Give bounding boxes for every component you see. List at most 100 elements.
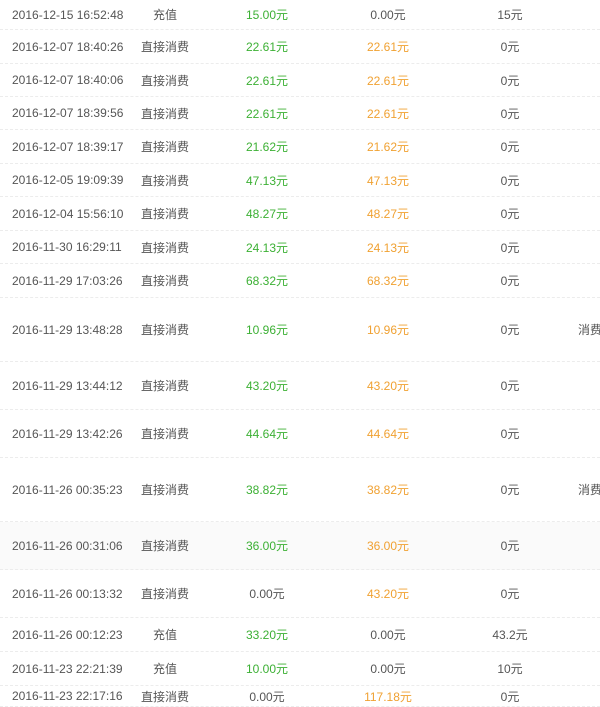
balance-cell: 0元 (500, 173, 520, 188)
type-cell: 充值 (152, 628, 177, 642)
time-cell: 2016-11-26 00:12:23 (12, 627, 123, 642)
type-cell: 直接消费 (140, 40, 189, 54)
paid-cell: 24.13元 (366, 240, 410, 255)
paid-cell: 21.62元 (366, 140, 410, 154)
amount-cell: 48.27元 (245, 207, 289, 221)
balance-cell: 0元 (500, 379, 520, 393)
amount-cell: 22.61元 (245, 73, 289, 88)
amount-cell: 68.32元 (245, 274, 289, 288)
paid-cell: 43.20元 (366, 379, 410, 393)
table-row: 2016-12-15 16:52:48 充值 15.00元 0.00元 15元 (0, 0, 600, 30)
paid-cell: 47.13元 (366, 173, 410, 188)
time-cell: 2016-11-29 17:03:26 (12, 273, 123, 288)
balance-cell: 0元 (500, 240, 520, 255)
amount-cell: 10.96元 (245, 323, 289, 337)
type-cell: 充值 (152, 662, 177, 676)
time-cell: 2016-12-05 19:09:39 (12, 173, 124, 187)
type-cell: 直接消费 (140, 587, 189, 601)
table-row: 2016-12-07 18:40:06 直接消费 22.61元 22.61元 0元 (0, 64, 600, 97)
amount-cell: 15.00元 (245, 8, 289, 22)
type-cell: 充值 (152, 8, 177, 22)
balance-cell: 43.2元 (492, 628, 528, 642)
type-cell: 直接消费 (140, 483, 189, 497)
paid-cell: 117.18元 (364, 689, 412, 704)
type-cell: 直接消费 (140, 207, 189, 221)
amount-cell: 0.00元 (249, 689, 285, 704)
paid-cell: 22.61元 (366, 106, 410, 121)
paid-cell: 48.27元 (366, 207, 410, 221)
time-cell: 2016-11-26 00:13:32 (12, 586, 123, 601)
time-cell: 2016-12-07 18:39:56 (12, 106, 124, 120)
table-row: 2016-11-29 13:42:26 直接消费 44.64元 44.64元 0元 (0, 410, 600, 458)
table-row: 2016-11-29 13:48:28 直接消费 10.96元 10.96元 0元 消费 (0, 298, 600, 362)
table-row: 2016-12-07 18:39:56 直接消费 22.61元 22.61元 0元 (0, 97, 600, 130)
table-row: 2016-11-26 00:31:06 直接消费 36.00元 36.00元 0元 (0, 522, 600, 570)
time-cell: 2016-12-15 16:52:48 (12, 7, 124, 22)
time-cell: 2016-11-30 16:29:11 (12, 240, 122, 254)
type-cell: 直接消费 (140, 140, 189, 154)
balance-cell: 15元 (497, 8, 523, 22)
time-cell: 2016-11-29 13:42:26 (12, 426, 123, 441)
type-cell: 直接消费 (140, 427, 189, 441)
balance-cell: 0元 (500, 274, 520, 288)
amount-cell: 43.20元 (245, 379, 289, 393)
balance-cell: 10元 (497, 662, 523, 676)
balance-cell: 0元 (500, 207, 520, 221)
amount-cell: 36.00元 (245, 539, 289, 553)
time-cell: 2016-12-07 18:40:26 (12, 39, 124, 54)
time-cell: 2016-12-07 18:40:06 (12, 73, 124, 87)
balance-cell: 0元 (500, 323, 520, 337)
paid-cell: 0.00元 (370, 628, 406, 642)
amount-cell: 21.62元 (245, 140, 289, 154)
table-row: 2016-12-04 15:56:10 直接消费 48.27元 48.27元 0元 (0, 197, 600, 231)
time-cell: 2016-11-26 00:31:06 (12, 538, 123, 553)
table-row: 2016-11-29 13:44:12 直接消费 43.20元 43.20元 0元 (0, 362, 600, 410)
type-cell: 直接消费 (140, 379, 189, 393)
paid-cell: 38.82元 (366, 483, 410, 497)
amount-cell: 38.82元 (245, 483, 289, 497)
time-cell: 2016-11-23 22:21:39 (12, 661, 123, 676)
balance-cell: 0元 (500, 539, 520, 553)
balance-cell: 0元 (500, 73, 520, 88)
table-row: 2016-11-30 16:29:11 直接消费 24.13元 24.13元 0元 (0, 231, 600, 264)
type-cell: 直接消费 (140, 274, 189, 288)
amount-cell: 24.13元 (245, 240, 289, 255)
paid-cell: 68.32元 (366, 274, 410, 288)
amount-cell: 22.61元 (245, 40, 289, 54)
type-cell: 直接消费 (140, 323, 189, 337)
type-cell: 直接消费 (140, 240, 189, 255)
table-row: 2016-11-23 22:17:16 直接消费 0.00元 117.18元 0元 (0, 686, 600, 707)
amount-cell: 22.61元 (245, 106, 289, 121)
amount-cell: 10.00元 (245, 662, 289, 676)
amount-cell: 44.64元 (245, 427, 289, 441)
type-cell: 直接消费 (140, 73, 189, 88)
table-row: 2016-11-26 00:13:32 直接消费 0.00元 43.20元 0元 (0, 570, 600, 618)
table-row: 2016-12-07 18:40:26 直接消费 22.61元 22.61元 0元 (0, 30, 600, 64)
table-row: 2016-11-29 17:03:26 直接消费 68.32元 68.32元 0元 (0, 264, 600, 298)
balance-cell: 0元 (500, 483, 520, 497)
amount-cell: 47.13元 (245, 173, 289, 188)
balance-cell: 0元 (500, 140, 520, 154)
paid-cell: 44.64元 (366, 427, 410, 441)
paid-cell: 43.20元 (366, 587, 410, 601)
type-cell: 直接消费 (140, 689, 189, 704)
time-cell: 2016-11-26 00:35:23 (12, 482, 123, 497)
balance-cell: 0元 (500, 106, 520, 121)
balance-cell: 0元 (500, 427, 520, 441)
type-cell: 直接消费 (140, 539, 189, 553)
table-row: 2016-11-23 22:21:39 充值 10.00元 0.00元 10元 (0, 652, 600, 686)
paid-cell: 22.61元 (366, 40, 410, 54)
time-cell: 2016-11-29 13:48:28 (12, 322, 123, 337)
amount-cell: 33.20元 (245, 628, 289, 642)
paid-cell: 36.00元 (366, 539, 410, 553)
time-cell: 2016-11-29 13:44:12 (12, 378, 123, 393)
paid-cell: 22.61元 (366, 73, 410, 88)
time-cell: 2016-12-04 15:56:10 (12, 206, 124, 221)
type-cell: 直接消费 (140, 106, 189, 121)
paid-cell: 0.00元 (370, 662, 406, 676)
time-cell: 2016-12-07 18:39:17 (12, 139, 124, 154)
balance-cell: 0元 (500, 40, 520, 54)
amount-cell: 0.00元 (249, 587, 285, 601)
time-cell: 2016-11-23 22:17:16 (12, 689, 123, 703)
balance-cell: 0元 (500, 587, 520, 601)
